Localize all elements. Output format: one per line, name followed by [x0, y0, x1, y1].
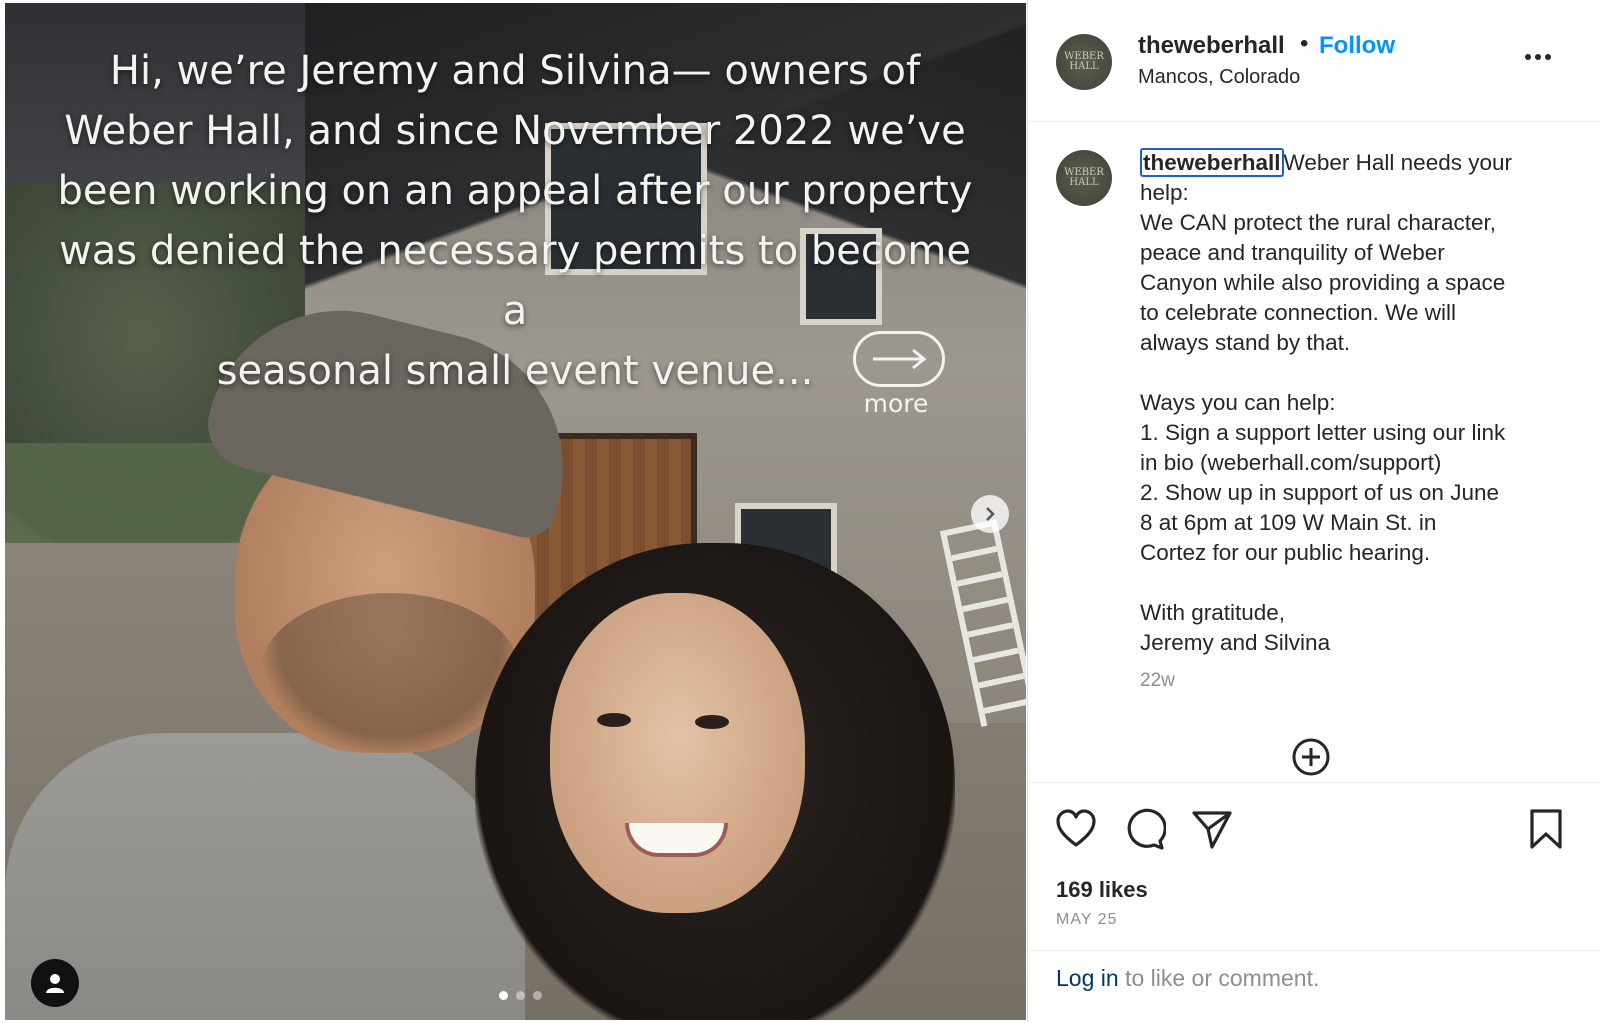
post-actions: 169 likes MAY 25: [1028, 782, 1600, 951]
save-button[interactable]: [1524, 807, 1568, 851]
post-date: MAY 25: [1056, 911, 1118, 928]
share-icon: [1192, 811, 1232, 849]
caption-line: We CAN protect the rural character,: [1140, 210, 1496, 235]
follow-button[interactable]: Follow: [1319, 32, 1395, 60]
plus-circle-icon: [1292, 738, 1330, 776]
photo-person-face: [550, 593, 805, 913]
caption-line: Canyon while also providing a space: [1140, 270, 1506, 295]
overlay-line: was denied the necessary permits to beco…: [59, 228, 971, 334]
login-text: Log in to like or comment.: [1056, 965, 1319, 992]
more-arrow-button[interactable]: [853, 331, 945, 387]
caption-line: 1. Sign a support letter using our link: [1140, 420, 1506, 445]
share-button[interactable]: [1190, 807, 1234, 851]
avatar-logo-text: WEBER HALL: [1064, 51, 1104, 72]
carousel-next-button[interactable]: [971, 495, 1009, 533]
photo-eye: [695, 715, 729, 729]
caption-line: [1140, 568, 1560, 598]
login-rest-text: to like or comment.: [1118, 965, 1320, 991]
carousel-indicator: [499, 991, 542, 1000]
tagged-users-button[interactable]: [31, 959, 79, 1007]
user-icon: [46, 974, 64, 993]
avatar[interactable]: WEBER HALL: [1056, 150, 1112, 206]
load-more-comments-button[interactable]: [1291, 737, 1331, 777]
caption-text: theweberhall Weber Hall needs your help: …: [1140, 148, 1560, 658]
caption-line: Jeremy and Silvina: [1140, 630, 1331, 655]
caption-line: help:: [1140, 180, 1189, 205]
caption-line: With gratitude,: [1140, 600, 1286, 625]
caption-line: to celebrate connection. We will: [1140, 300, 1456, 325]
avatar[interactable]: WEBER HALL: [1056, 34, 1112, 90]
post-header: WEBER HALL theweberhall • Follow Mancos,…: [1028, 0, 1600, 122]
caption-first-line: Weber Hall needs your: [1283, 150, 1512, 175]
login-prompt: Log in to like or comment.: [1028, 950, 1600, 1023]
login-link[interactable]: Log in: [1056, 965, 1119, 991]
header-separator: •: [1300, 30, 1309, 57]
caption-line: peace and tranquility of Weber: [1140, 240, 1445, 265]
caption-line: theweberhall Weber Hall needs your: [1140, 148, 1560, 178]
carousel-dot: [499, 991, 508, 1000]
chevron-right-icon: [986, 507, 995, 521]
caption-timestamp[interactable]: 22w: [1140, 670, 1175, 692]
more-options-button[interactable]: [1518, 42, 1558, 72]
overlay-line: Weber Hall, and since November 2022 we’v…: [64, 108, 966, 154]
likes-count[interactable]: 169 likes: [1056, 877, 1148, 903]
photo-person-shirt: [5, 733, 525, 1020]
comment-icon: [1127, 808, 1167, 850]
arrow-right-icon: [873, 348, 927, 370]
caption-line: 8 at 6pm at 109 W Main St. in: [1140, 510, 1437, 535]
caption-line: always stand by that.: [1140, 330, 1351, 355]
carousel-dot: [516, 991, 525, 1000]
caption-line: [1140, 358, 1560, 388]
ellipsis-icon: [1525, 54, 1551, 60]
caption-line: Ways you can help:: [1140, 390, 1336, 415]
photo-eye: [597, 713, 631, 727]
like-button[interactable]: [1054, 807, 1098, 851]
image-overlay-text: Hi, we’re Jeremy and Silvina— owners of …: [45, 41, 985, 401]
post-media[interactable]: Hi, we’re Jeremy and Silvina— owners of …: [5, 3, 1026, 1020]
more-label: more: [863, 389, 929, 418]
instagram-post-view: Hi, we’re Jeremy and Silvina— owners of …: [0, 0, 1600, 1022]
caption-section: WEBER HALL theweberhall Weber Hall needs …: [1028, 122, 1600, 782]
carousel-dot: [533, 991, 542, 1000]
post-sidebar: WEBER HALL theweberhall • Follow Mancos,…: [1027, 0, 1600, 1022]
bookmark-icon: [1530, 809, 1562, 849]
avatar-logo-text: WEBER HALL: [1064, 167, 1104, 188]
header-username[interactable]: theweberhall: [1138, 32, 1285, 60]
overlay-line: Hi, we’re Jeremy and Silvina— owners of: [109, 48, 921, 94]
caption-username-link[interactable]: theweberhall: [1140, 148, 1284, 177]
location-link[interactable]: Mancos, Colorado: [1138, 66, 1300, 89]
caption-line: in bio (weberhall.com/support): [1140, 450, 1442, 475]
heart-icon: [1056, 809, 1096, 847]
caption-line: 2. Show up in support of us on June: [1140, 480, 1499, 505]
overlay-line: been working on an appeal after our prop…: [57, 168, 973, 214]
caption-line: Cortez for our public hearing.: [1140, 540, 1431, 565]
comment-button[interactable]: [1122, 807, 1167, 851]
